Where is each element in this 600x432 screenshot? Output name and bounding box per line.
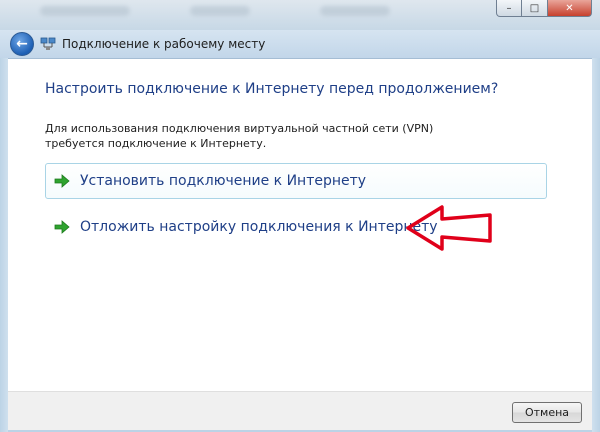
green-arrow-icon <box>54 220 70 234</box>
window-frame-left <box>0 58 8 432</box>
back-arrow-icon: ← <box>16 36 28 52</box>
page-heading: Настроить подключение к Интернету перед … <box>45 81 499 97</box>
cancel-button[interactable]: Отмена <box>512 402 582 423</box>
red-arrow-icon <box>406 205 492 251</box>
option-label: Установить подключение к Интернету <box>80 173 367 189</box>
green-arrow-icon <box>54 174 70 188</box>
maximize-button[interactable]: □ <box>522 0 548 17</box>
navigation-bar: ← Подключение к рабочему месту <box>0 30 600 59</box>
network-icon <box>40 37 56 50</box>
option-label: Отложить настройку подключения к Интерне… <box>80 219 438 235</box>
back-button[interactable]: ← <box>10 32 34 56</box>
window-controls: – □ ✕ <box>496 0 592 18</box>
wizard-footer: Отмена <box>8 391 592 430</box>
page-description: Для использования подключения виртуально… <box>45 122 434 150</box>
window-frame-right <box>592 58 600 432</box>
window-title: Подключение к рабочему месту <box>62 37 266 51</box>
option-setup-internet[interactable]: Установить подключение к Интернету <box>45 163 547 199</box>
wizard-content: Настроить подключение к Интернету перед … <box>8 59 592 391</box>
close-button[interactable]: ✕ <box>548 0 592 17</box>
minimize-button[interactable]: – <box>496 0 522 17</box>
